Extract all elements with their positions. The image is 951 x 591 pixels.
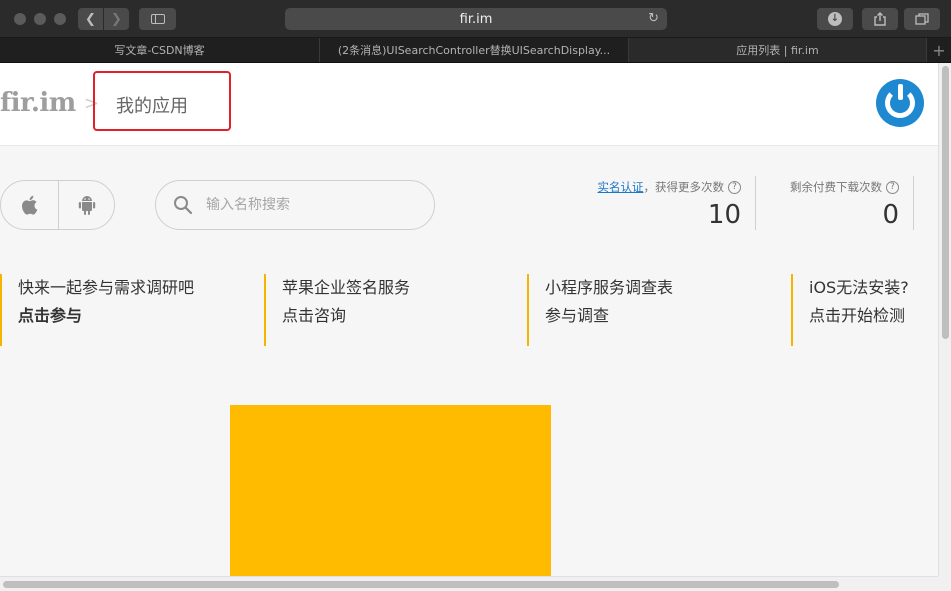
promo-action-link[interactable]: 参与调查 bbox=[545, 302, 609, 326]
promo-card-ios-install[interactable]: iOS无法安装? 点击开始检测 bbox=[791, 274, 938, 346]
address-bar[interactable]: fir.im ↻ bbox=[285, 8, 667, 30]
site-header: fir.im > 我的应用 bbox=[0, 63, 938, 146]
avatar[interactable] bbox=[876, 79, 924, 127]
browser-toolbar: ❮ ❯ fir.im ↻ ↓ bbox=[0, 0, 951, 38]
tab-bar: 写文章-CSDN博客 (2条消息)UISearchController替换UIS… bbox=[0, 38, 951, 63]
platform-android-button[interactable] bbox=[59, 181, 115, 229]
promo-action-link[interactable]: 点击参与 bbox=[18, 302, 82, 326]
apple-icon bbox=[21, 195, 37, 215]
share-button[interactable] bbox=[862, 8, 898, 30]
chevron-left-icon: ❮ bbox=[85, 11, 96, 27]
maximize-window-button[interactable] bbox=[54, 13, 66, 25]
scroll-corner bbox=[938, 576, 951, 591]
stat-value: 0 bbox=[882, 200, 899, 230]
share-icon bbox=[874, 12, 886, 26]
stat-download-count: 实名认证 ，获得更多次数 ? 10 bbox=[585, 176, 756, 230]
sidebar-icon bbox=[150, 14, 165, 24]
promo-title: 快来一起参与需求调研吧 bbox=[18, 278, 195, 297]
help-icon[interactable]: ? bbox=[886, 180, 899, 194]
forward-button[interactable]: ❯ bbox=[104, 8, 129, 30]
stat-paid-downloads: 剩余付费下载次数 ? 0 bbox=[770, 176, 914, 230]
promo-action-link[interactable]: 点击开始检测 bbox=[809, 302, 905, 326]
horizontal-scroll-thumb[interactable] bbox=[3, 581, 839, 588]
banner-image bbox=[230, 405, 551, 591]
tabs-icon bbox=[915, 13, 929, 25]
promo-card-survey[interactable]: 快来一起参与需求调研吧 点击参与 bbox=[0, 274, 262, 346]
stat-label: ，获得更多次数 bbox=[643, 180, 725, 194]
downloads-button[interactable]: ↓ bbox=[817, 8, 853, 30]
browser-window: ❮ ❯ fir.im ↻ ↓ 写文章-CSDN博客 (2条消息)UISearch… bbox=[0, 0, 951, 591]
power-icon bbox=[885, 84, 915, 118]
help-icon[interactable]: ? bbox=[728, 180, 741, 194]
tab-app-list[interactable]: 应用列表 | fir.im bbox=[629, 38, 927, 62]
horizontal-scrollbar[interactable] bbox=[0, 576, 938, 591]
address-url: fir.im bbox=[459, 11, 493, 27]
stat-label: 剩余付费下载次数 bbox=[790, 180, 882, 194]
platform-ios-button[interactable] bbox=[1, 181, 58, 229]
new-tab-button[interactable]: + bbox=[927, 38, 951, 62]
site-logo[interactable]: fir.im bbox=[0, 88, 76, 118]
promo-title: 苹果企业签名服务 bbox=[282, 278, 411, 297]
sidebar-toggle-button[interactable] bbox=[139, 8, 176, 30]
page-content: fir.im > 我的应用 输入名称搜索 实名认证 ，获得更多次数 ? 10 剩… bbox=[0, 63, 938, 591]
vertical-scrollbar[interactable] bbox=[938, 63, 951, 591]
download-icon: ↓ bbox=[828, 12, 842, 26]
search-icon bbox=[174, 196, 193, 215]
android-icon bbox=[78, 196, 96, 215]
page-title: 我的应用 bbox=[116, 96, 188, 117]
tab-csdn[interactable]: 写文章-CSDN博客 bbox=[0, 38, 320, 62]
back-button[interactable]: ❮ bbox=[78, 8, 103, 30]
promo-card-enterprise-sign[interactable]: 苹果企业签名服务 点击咨询 bbox=[264, 274, 526, 346]
promo-title: iOS无法安装? bbox=[809, 278, 909, 297]
minimize-window-button[interactable] bbox=[34, 13, 46, 25]
search-box bbox=[155, 180, 435, 230]
show-tabs-button[interactable] bbox=[904, 8, 940, 30]
chevron-right-icon: ❯ bbox=[111, 11, 122, 27]
promo-card-miniprogram[interactable]: 小程序服务调查表 参与调查 bbox=[527, 274, 789, 346]
vertical-scroll-thumb[interactable] bbox=[942, 66, 949, 339]
close-window-button[interactable] bbox=[14, 13, 26, 25]
platform-toggle bbox=[0, 180, 115, 230]
stat-value: 10 bbox=[707, 200, 741, 230]
search-input[interactable] bbox=[206, 193, 416, 217]
reload-icon[interactable]: ↻ bbox=[648, 11, 659, 26]
tab-search-controller[interactable]: (2条消息)UISearchController替换UISearchDispla… bbox=[320, 38, 629, 62]
promo-action-link[interactable]: 点击咨询 bbox=[282, 302, 346, 326]
verify-identity-link[interactable]: 实名认证 bbox=[598, 179, 644, 195]
promo-title: 小程序服务调查表 bbox=[545, 278, 674, 297]
